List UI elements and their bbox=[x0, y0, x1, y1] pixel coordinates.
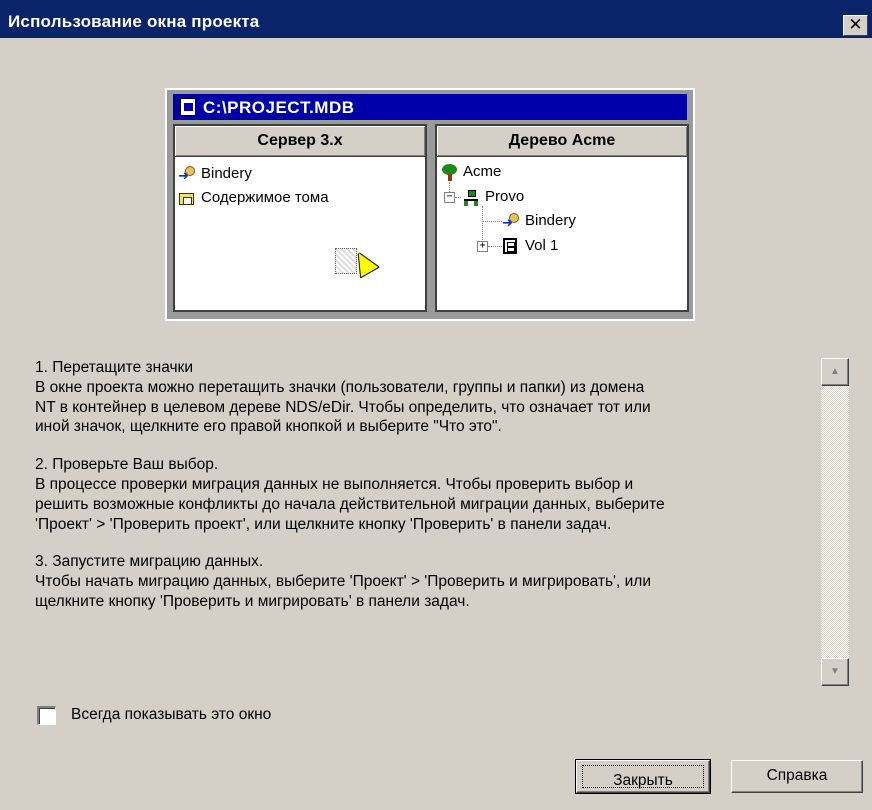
tree-item-label: Provo bbox=[485, 188, 525, 205]
help-line: NT в контейнер в целевом дереве NDS/eDir… bbox=[35, 398, 651, 416]
tree-connector bbox=[482, 221, 502, 222]
help-button-label: Справка bbox=[766, 767, 828, 784]
tree-icon bbox=[441, 164, 458, 181]
expand-icon: + bbox=[477, 241, 488, 252]
help-text-area: 1. Перетащите значки В окне проекта можн… bbox=[35, 358, 820, 630]
tree-item-label: Vol 1 bbox=[525, 237, 559, 254]
help-line: решить возможные конфликты до начала дей… bbox=[35, 495, 665, 513]
collapse-icon: − bbox=[444, 192, 455, 203]
tree-item-label: Bindery bbox=[201, 165, 252, 182]
close-button-label: Закрыть bbox=[613, 772, 673, 789]
help-line: В процессе проверки миграция данных не в… bbox=[35, 475, 634, 493]
organization-icon bbox=[463, 189, 480, 206]
title-bar: Использование окна проекта ✕ bbox=[0, 0, 872, 38]
illustration-db-path: C:\PROJECT.MDB bbox=[203, 98, 355, 117]
help-line: Чтобы начать миграцию данных, выберите '… bbox=[35, 573, 651, 591]
volume-icon bbox=[503, 238, 517, 254]
help-section-heading: 2. Проверьте Ваш выбор. bbox=[35, 456, 219, 474]
help-line: иной значок, щелкните его правой кнопкой… bbox=[35, 418, 502, 436]
tree-connector bbox=[488, 246, 502, 247]
bindery-icon bbox=[502, 213, 520, 229]
always-show-checkbox[interactable] bbox=[37, 706, 56, 725]
help-section-1: 1. Перетащите значки В окне проекта можн… bbox=[35, 358, 820, 437]
help-section-2: 2. Проверьте Ваш выбор. В процессе прове… bbox=[35, 455, 820, 534]
source-pane-header: Сервер 3.x bbox=[175, 126, 425, 157]
tree-connector bbox=[455, 197, 461, 198]
help-button[interactable]: Справка bbox=[731, 760, 863, 793]
help-line: В окне проекта можно перетащить значки (… bbox=[35, 378, 645, 396]
help-line: щелкните кнопку 'Проверить и мигрировать… bbox=[35, 592, 470, 610]
scroll-down-button[interactable]: ▼ bbox=[821, 658, 849, 686]
bindery-icon bbox=[178, 166, 196, 182]
tree-item-label: Содержимое тома bbox=[201, 189, 329, 206]
scroll-up-button[interactable]: ▲ bbox=[821, 358, 849, 386]
close-window-button[interactable]: ✕ bbox=[843, 15, 868, 36]
help-section-3: 3. Запустите миграцию данных. Чтобы нача… bbox=[35, 552, 820, 611]
help-section-heading: 3. Запустите миграцию данных. bbox=[35, 553, 264, 571]
target-tree-pane: Дерево Acme Acme − Provo Bindery + V bbox=[435, 124, 689, 312]
always-show-label[interactable]: Всегда показывать это окно bbox=[71, 706, 271, 724]
help-scrollbar[interactable]: ▲ ▼ bbox=[821, 358, 849, 686]
tree-item-label: Acme bbox=[463, 163, 502, 180]
window-title: Использование окна проекта bbox=[8, 12, 260, 31]
database-icon bbox=[180, 98, 196, 116]
help-line: 'Проект' > 'Проверить проект', или щелкн… bbox=[35, 515, 612, 533]
focus-rect: Закрыть bbox=[582, 765, 704, 789]
close-button[interactable]: Закрыть bbox=[575, 759, 711, 794]
project-window-help-dialog: Использование окна проекта ✕ C:\PROJECT.… bbox=[0, 0, 872, 810]
tree-item-label: Bindery bbox=[525, 212, 576, 229]
folder-icon bbox=[179, 190, 196, 206]
help-section-heading: 1. Перетащите значки bbox=[35, 359, 193, 376]
source-server-pane: Сервер 3.x Bindery Содержимое тома bbox=[173, 124, 427, 312]
project-window-illustration: C:\PROJECT.MDB Сервер 3.x Bindery Содерж… bbox=[165, 88, 695, 321]
illustration-title-bar: C:\PROJECT.MDB bbox=[173, 94, 687, 120]
target-pane-header: Дерево Acme bbox=[437, 126, 687, 157]
